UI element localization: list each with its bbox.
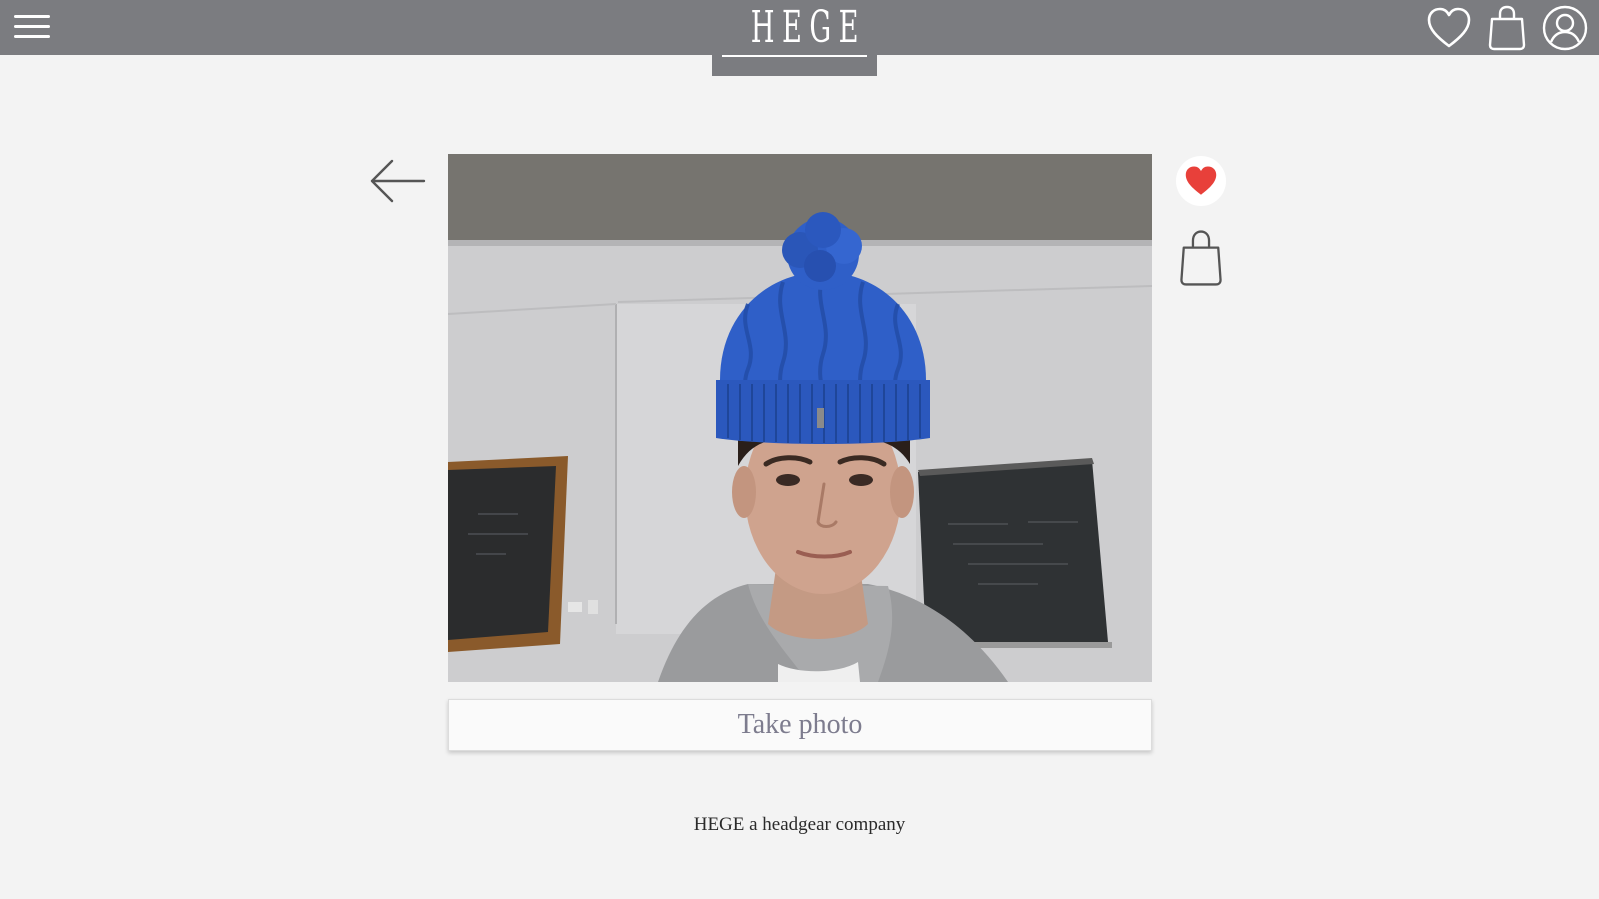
shopping-bag-icon[interactable] [1483,4,1531,52]
add-to-bag-button[interactable] [1176,228,1226,288]
shopping-bag-icon [1180,230,1222,286]
heart-icon[interactable] [1425,4,1473,52]
side-actions [1176,156,1228,288]
camera-preview [448,154,1152,682]
back-arrow-icon[interactable] [368,156,428,206]
logo[interactable]: HEGE [712,0,877,76]
heart-filled-icon [1185,166,1217,195]
logo-underline [722,55,867,57]
favorite-button[interactable] [1176,156,1226,206]
top-bar: HEGE [0,0,1599,76]
user-icon[interactable] [1541,4,1589,52]
logo-text: HEGE [750,2,866,53]
header-actions [1425,4,1589,52]
webcam-image [448,154,1152,682]
take-photo-button[interactable]: Take photo [448,699,1152,751]
menu-icon[interactable] [12,11,52,43]
footer-tagline: HEGE a headgear company [693,814,906,835]
